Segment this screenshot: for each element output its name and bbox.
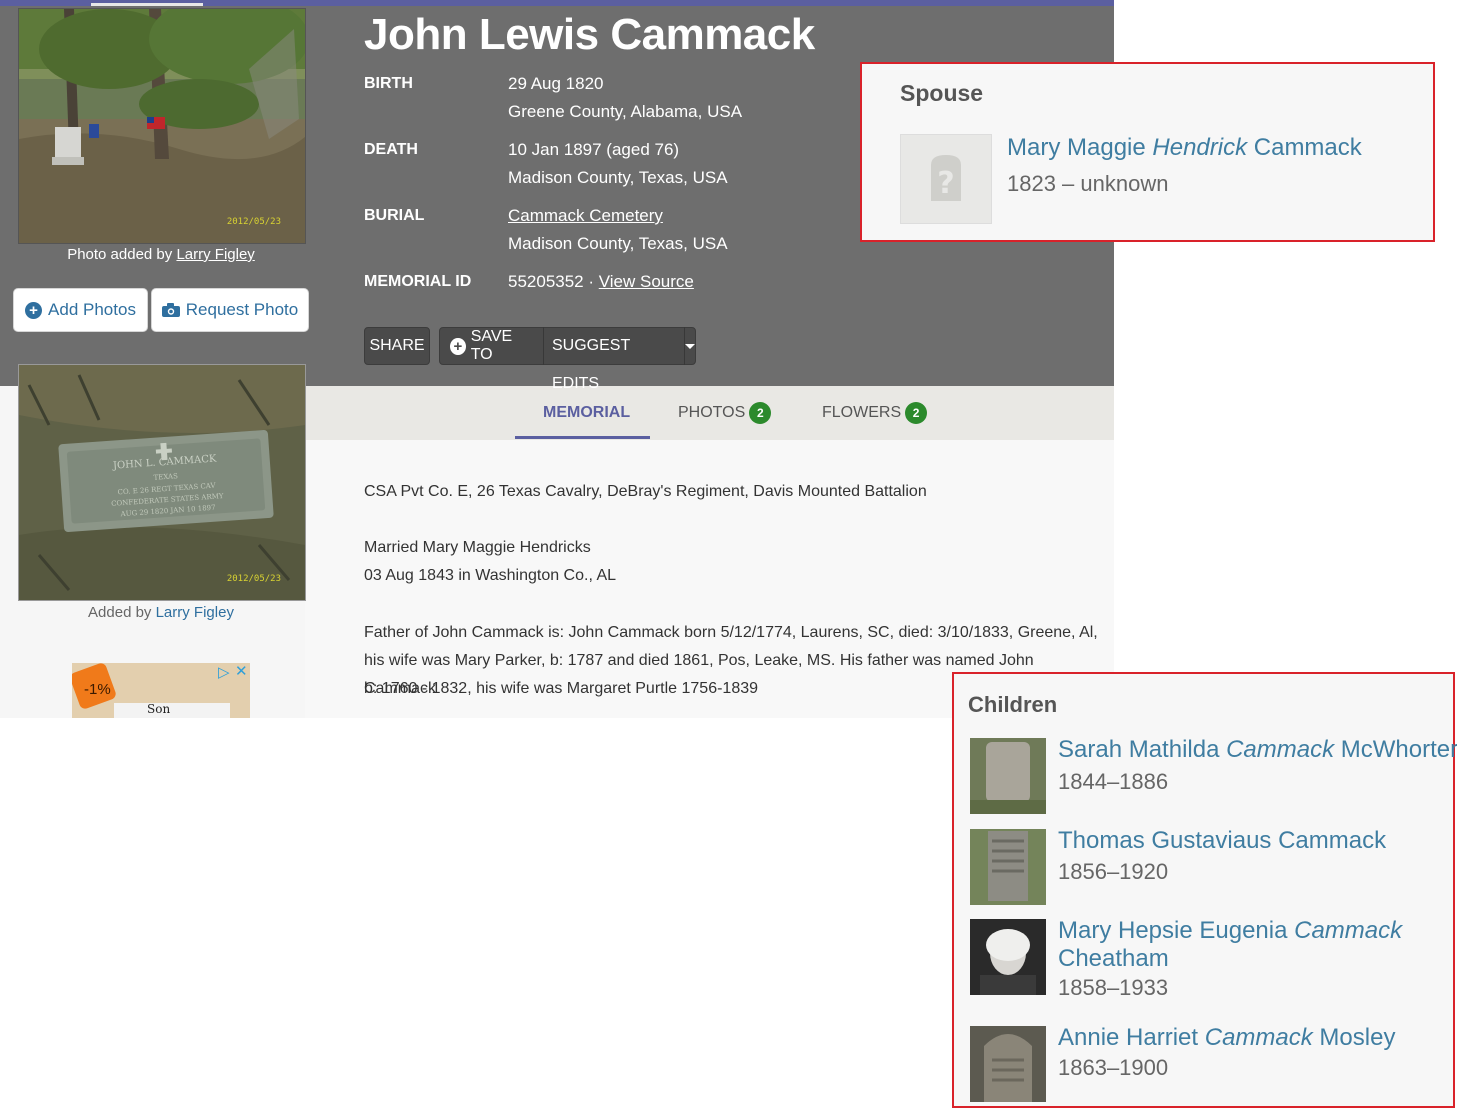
child-first-name: Mary Hepsie Eugenia bbox=[1058, 917, 1295, 944]
suggest-edits-button[interactable]: SUGGEST EDITS bbox=[544, 327, 684, 392]
flowers-count-badge: 2 bbox=[905, 401, 928, 424]
add-photos-label: Add Photos bbox=[48, 300, 136, 319]
memorial-id-value: 55205352 · View Source bbox=[508, 268, 694, 296]
request-photo-label: Request Photo bbox=[185, 300, 299, 319]
memorial-name: John Lewis Cammack bbox=[364, 10, 815, 59]
camera-icon bbox=[161, 303, 180, 317]
ad-text: Son bbox=[147, 702, 171, 716]
spouse-photo-placeholder[interactable]: ? bbox=[900, 134, 992, 224]
save-to-label: SAVE TO bbox=[470, 328, 513, 363]
photo-caption-prefix: Photo added by bbox=[67, 246, 177, 263]
spouse-name-link[interactable]: Mary Maggie Hendrick Cammack bbox=[1007, 134, 1362, 162]
death-label: DEATH bbox=[364, 141, 418, 158]
headstone-caption: Added by Larry Figley bbox=[18, 604, 304, 621]
svg-text:TEXAS: TEXAS bbox=[153, 472, 178, 482]
ad-panel bbox=[114, 703, 230, 718]
child-photo[interactable] bbox=[970, 829, 1046, 905]
photos-count-badge: 2 bbox=[749, 401, 772, 424]
child-maiden-name: Cammack bbox=[1294, 917, 1403, 944]
child-name-link[interactable]: Thomas Gustaviaus Cammack bbox=[1058, 827, 1386, 855]
child-photo[interactable] bbox=[970, 1026, 1046, 1102]
headstone-caption-prefix: Added by bbox=[88, 604, 156, 621]
tab-photos-label: PHOTOS bbox=[678, 404, 746, 421]
bio-line: 03 Aug 1843 in Washington Co., AL bbox=[364, 567, 617, 584]
plus-circle-icon: + bbox=[25, 301, 43, 319]
add-photos-button[interactable]: + Add Photos bbox=[13, 288, 148, 332]
death-place: Madison County, Texas, USA bbox=[508, 168, 728, 187]
memorial-id-label: MEMORIAL ID bbox=[364, 273, 472, 290]
child-name-link[interactable]: Annie Harriet Cammack Mosley bbox=[1058, 1024, 1395, 1052]
photo-caption: Photo added by Larry Figley bbox=[18, 246, 304, 263]
child-first-name: Annie Harriet bbox=[1058, 1024, 1205, 1051]
bio-line: Married Mary Maggie Hendricks bbox=[364, 539, 591, 556]
headstone-date-stamp: 2012/05/23 bbox=[226, 574, 281, 584]
tab-flowers-label: FLOWERS bbox=[822, 404, 902, 421]
share-label: SHARE bbox=[369, 337, 425, 354]
tab-flowers[interactable]: FLOWERS 2 bbox=[822, 386, 928, 440]
action-button-group: + SAVE TO SUGGEST EDITS bbox=[439, 327, 696, 392]
children-panel: Children Sarah Mathilda Cammack McWhorte… bbox=[952, 672, 1457, 1108]
child-photo[interactable] bbox=[970, 919, 1046, 995]
tab-photos[interactable]: PHOTOS 2 bbox=[678, 386, 772, 440]
spouse-title: Spouse bbox=[900, 80, 984, 106]
more-actions-dropdown[interactable] bbox=[684, 327, 695, 365]
burial-label: BURIAL bbox=[364, 207, 425, 224]
child-last-name: McWhorter bbox=[1334, 736, 1457, 763]
death-date: 10 Jan 1897 (aged 76) bbox=[508, 140, 680, 159]
caret-down-icon bbox=[684, 343, 695, 349]
cemetery-link[interactable]: Cammack Cemetery bbox=[508, 206, 663, 225]
tab-memorial[interactable]: MEMORIAL bbox=[543, 386, 630, 440]
spouse-first-name: Mary Maggie bbox=[1007, 134, 1153, 161]
child-last-name: Cheatham bbox=[1058, 945, 1169, 972]
headstone-contributor-link[interactable]: Larry Figley bbox=[156, 604, 234, 621]
svg-text:?: ? bbox=[937, 166, 954, 201]
spouse-panel: Spouse ? Mary Maggie Hendrick Cammack 18… bbox=[860, 62, 1435, 242]
bio-line: Father of John Cammack is: John Cammack … bbox=[364, 624, 1098, 641]
death-value: 10 Jan 1897 (aged 76) Madison County, Te… bbox=[508, 136, 728, 192]
plus-circle-icon: + bbox=[450, 337, 466, 355]
child-name-link[interactable]: Sarah Mathilda Cammack McWhorter bbox=[1058, 736, 1457, 764]
burial-place: Madison County, Texas, USA bbox=[508, 234, 728, 253]
child-first-name: Sarah Mathilda bbox=[1058, 736, 1227, 763]
headstone-photo[interactable]: JOHN L. CAMMACK TEXAS CO. E 26 REGT TEXA… bbox=[18, 364, 306, 601]
share-button[interactable]: SHARE bbox=[364, 327, 430, 365]
photo-contributor-link[interactable]: Larry Figley bbox=[176, 246, 254, 263]
burial-value: Cammack Cemetery Madison County, Texas, … bbox=[508, 202, 728, 258]
child-dates: 1863–1900 bbox=[1058, 1055, 1169, 1080]
request-photo-button[interactable]: Request Photo bbox=[151, 288, 309, 332]
tab-memorial-label: MEMORIAL bbox=[543, 404, 631, 421]
advertisement[interactable]: -1% ▷ ✕ Son bbox=[72, 663, 250, 718]
ad-close-icon[interactable]: ✕ bbox=[235, 663, 248, 680]
no-photo-icon: ? bbox=[931, 155, 961, 201]
save-to-button[interactable]: + SAVE TO bbox=[440, 327, 543, 365]
child-maiden-name: Cammack bbox=[1204, 1024, 1313, 1051]
child-maiden-name: Cammack bbox=[1226, 736, 1335, 763]
bio-line: CSA Pvt Co. E, 26 Texas Cavalry, DeBray'… bbox=[364, 483, 927, 500]
child-last-name: Mosley bbox=[1312, 1024, 1396, 1051]
child-name-link[interactable]: Mary Hepsie Eugenia Cammack Cheatham bbox=[1058, 917, 1402, 973]
child-first-name: Thomas Gustaviaus Cammack bbox=[1058, 827, 1387, 854]
active-tab-underline bbox=[515, 436, 650, 439]
child-dates: 1844–1886 bbox=[1058, 769, 1169, 794]
birth-value: 29 Aug 1820 Greene County, Alabama, USA bbox=[508, 70, 742, 126]
children-title: Children bbox=[968, 692, 1058, 717]
adchoices-icon[interactable]: ▷ bbox=[218, 663, 230, 681]
grave-site-photo[interactable]: 2012/05/23 bbox=[18, 8, 306, 244]
child-dates: 1858–1933 bbox=[1058, 975, 1169, 1000]
spouse-maiden-name: Hendrick bbox=[1152, 134, 1248, 161]
birth-label: BIRTH bbox=[364, 75, 413, 92]
photo-date-stamp: 2012/05/23 bbox=[226, 217, 281, 227]
child-photo[interactable] bbox=[970, 738, 1046, 814]
child-dates: 1856–1920 bbox=[1058, 859, 1169, 884]
spouse-last-name: Cammack bbox=[1247, 134, 1362, 161]
birth-date: 29 Aug 1820 bbox=[508, 74, 604, 93]
view-source-link[interactable]: View Source bbox=[599, 272, 694, 291]
birth-place: Greene County, Alabama, USA bbox=[508, 102, 743, 121]
ad-discount: -1% bbox=[84, 681, 111, 698]
memorial-id-number: 55205352 · bbox=[508, 272, 599, 291]
spouse-dates: 1823 – unknown bbox=[1007, 171, 1169, 196]
